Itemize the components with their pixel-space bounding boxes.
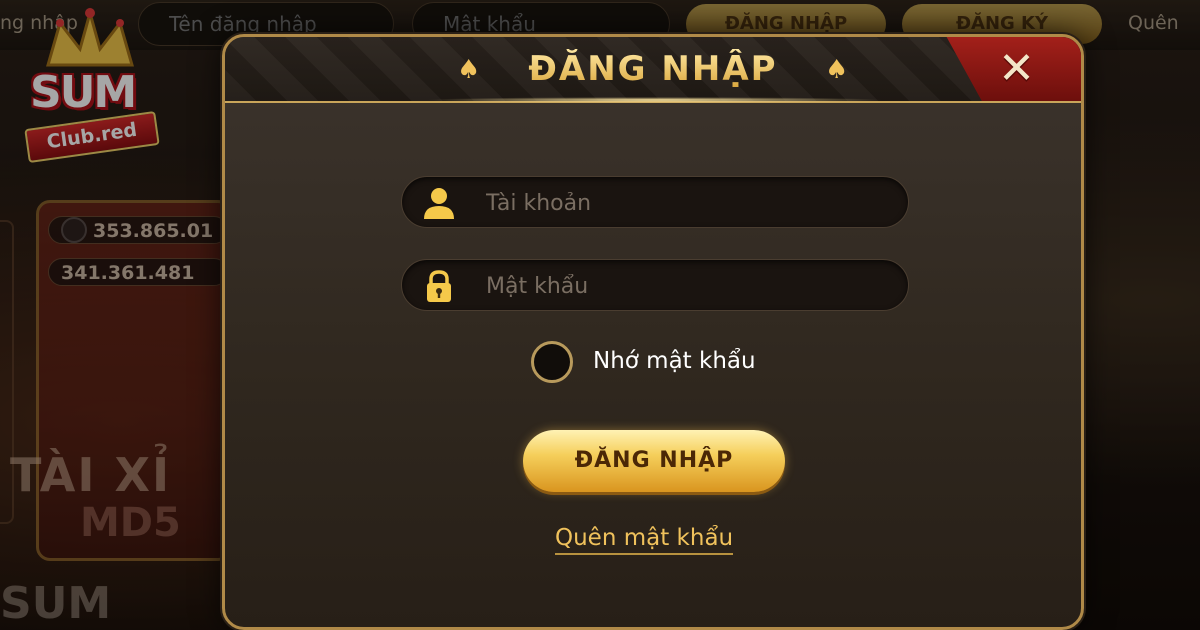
remember-label[interactable]: Nhớ mật khẩu bbox=[593, 348, 756, 374]
header-glow bbox=[425, 97, 885, 103]
username-field[interactable] bbox=[401, 176, 909, 229]
spade-icon: ♠ bbox=[825, 55, 849, 85]
password-field[interactable] bbox=[401, 259, 909, 312]
modal-header: ♠ ĐĂNG NHẬP ♠ ✕ bbox=[225, 37, 1081, 103]
user-icon bbox=[424, 188, 454, 219]
lock-icon bbox=[427, 270, 451, 302]
login-modal: ♠ ĐĂNG NHẬP ♠ ✕ Nhớ mật khẩu ĐĂNG NHẬP Q… bbox=[222, 34, 1084, 630]
modal-title: ĐĂNG NHẬP bbox=[225, 49, 1081, 89]
login-button[interactable]: ĐĂNG NHẬP bbox=[523, 430, 785, 492]
forgot-password-link[interactable]: Quên mật khẩu bbox=[555, 525, 734, 555]
remember-checkbox[interactable] bbox=[531, 341, 573, 383]
close-x-icon: ✕ bbox=[998, 43, 1035, 94]
username-input[interactable] bbox=[484, 177, 888, 229]
password-input[interactable] bbox=[484, 260, 888, 312]
